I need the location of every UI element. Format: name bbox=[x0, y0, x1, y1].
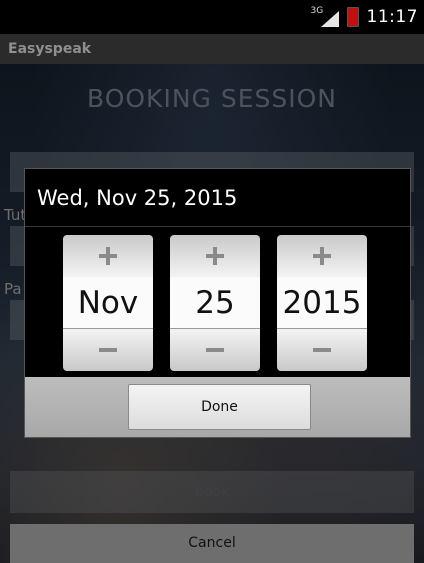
day-decrement-button[interactable] bbox=[170, 328, 260, 371]
year-decrement-button[interactable] bbox=[277, 328, 367, 371]
signal-icon: 3G bbox=[311, 7, 339, 27]
month-increment-button[interactable] bbox=[63, 235, 153, 278]
status-icons: 3G 11:17 bbox=[311, 0, 419, 34]
status-time: 11:17 bbox=[366, 7, 418, 27]
app-title: Easyspeak bbox=[8, 41, 92, 57]
month-decrement-button[interactable] bbox=[63, 328, 153, 371]
dialog-title: Wed, Nov 25, 2015 bbox=[25, 169, 410, 227]
year-increment-button[interactable] bbox=[277, 235, 367, 278]
date-picker-dialog: Wed, Nov 25, 2015 Nov 25 2015 Done bbox=[24, 168, 411, 438]
plus-icon bbox=[99, 247, 117, 265]
minus-icon bbox=[206, 348, 224, 352]
minus-icon bbox=[99, 348, 117, 352]
year-value[interactable]: 2015 bbox=[277, 277, 367, 329]
day-picker: 25 bbox=[170, 235, 260, 371]
plus-icon bbox=[313, 247, 331, 265]
minus-icon bbox=[313, 348, 331, 352]
status-bar: 3G 11:17 bbox=[0, 0, 424, 34]
battery-icon bbox=[346, 7, 359, 27]
day-increment-button[interactable] bbox=[170, 235, 260, 278]
dialog-button-bar: Done bbox=[25, 377, 410, 437]
app-title-bar: Easyspeak bbox=[0, 34, 424, 64]
signal-bars-icon bbox=[320, 11, 339, 27]
year-picker: 2015 bbox=[277, 235, 367, 371]
done-button[interactable]: Done bbox=[128, 384, 311, 430]
month-picker: Nov bbox=[63, 235, 153, 371]
month-value[interactable]: Nov bbox=[63, 277, 153, 329]
day-value[interactable]: 25 bbox=[170, 277, 260, 329]
plus-icon bbox=[206, 247, 224, 265]
